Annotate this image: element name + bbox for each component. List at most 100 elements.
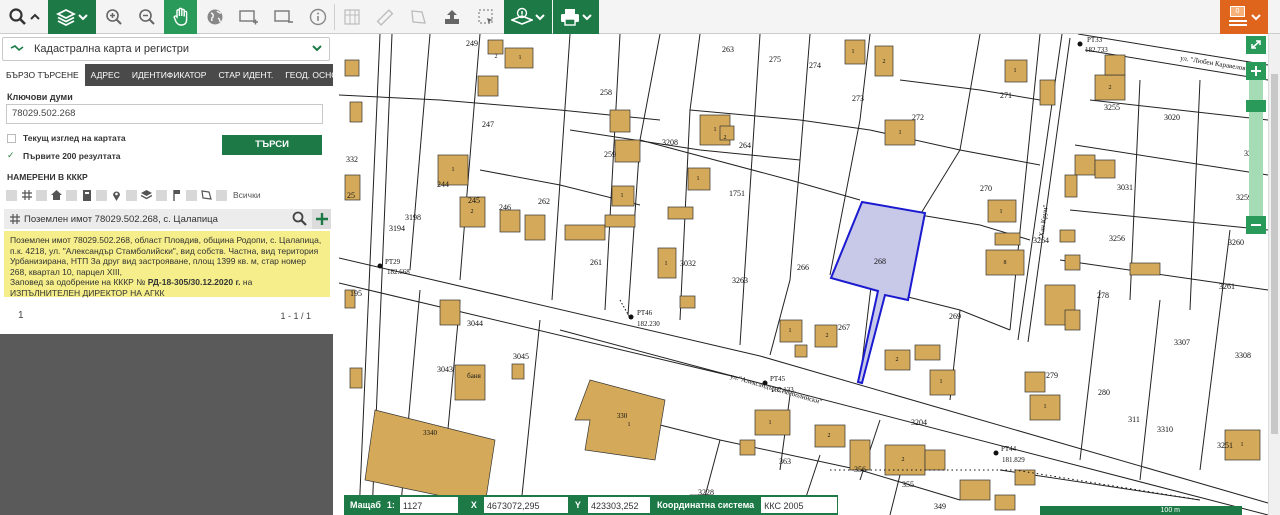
filter-checkbox[interactable] [96,189,107,201]
zoom-plus-button[interactable] [1246,62,1266,80]
layers-filter-icon[interactable] [141,190,152,201]
svg-text:244: 244 [437,180,449,189]
filter-checkbox[interactable] [156,189,167,201]
zoom-to-icon[interactable] [292,211,307,226]
map-label: 249 [466,39,478,48]
first200-label: Първите 200 резултата [23,151,121,161]
polygon-filter-icon[interactable] [201,190,212,201]
tab-address[interactable]: АДРЕС [85,64,126,86]
page-number[interactable]: 1 [18,310,24,321]
scale-prefix: 1: [386,500,395,510]
scale-input[interactable]: 1127 [398,496,459,514]
svg-text:PT45: PT45 [770,375,786,383]
polygon-button[interactable] [402,0,434,34]
filter-checkbox[interactable] [36,189,47,201]
svg-text:195: 195 [350,289,362,298]
filter-checkbox[interactable] [216,189,227,201]
svg-text:ул. "Любен Каравелов": ул. "Любен Каравелов" [1180,54,1249,73]
result-header[interactable]: Поземлен имот 78029.502.268, с. Цалапица [4,209,331,229]
notifications-button[interactable]: 0 [1220,0,1268,34]
house-filter-icon[interactable] [51,190,62,201]
y-coordinate: 423303,252 [586,496,651,514]
chevron-down-icon [582,14,592,21]
search-panel: Кадастрална карта и регистри БЪРЗО ТЪРСЕ… [0,34,349,515]
identify-button[interactable] [504,0,552,34]
upload-icon [444,10,459,24]
hand-icon [173,7,187,26]
fullscreen-button[interactable] [1246,36,1266,54]
search-button[interactable]: ТЪРСИ [222,135,322,155]
tab-identifier[interactable]: ИДЕНТИФИКАТОР [126,64,213,86]
svg-text:330: 330 [617,412,628,420]
search-tool-button[interactable] [0,0,48,34]
svg-text:3194: 3194 [389,224,405,233]
measure-grid-icon [344,9,360,25]
zoom-slider[interactable] [1246,80,1266,216]
identify-icon [511,7,533,25]
svg-text:3307: 3307 [1174,338,1190,347]
upload-button[interactable] [435,0,468,34]
keywords-label: Ключови думи [7,92,73,102]
svg-text:1: 1 [697,176,700,182]
chevron-down-icon [78,14,88,21]
svg-text:1: 1 [769,420,772,426]
keywords-input[interactable]: 78029.502.268 [6,104,323,124]
svg-text:182.668: 182.668 [387,268,410,276]
flag-filter-icon[interactable] [171,189,182,201]
result-details: Поземлен имот 78029.502.268, област Плов… [4,231,330,298]
svg-text:2: 2 [471,209,474,215]
select-area-icon [477,9,493,24]
building-filter-icon[interactable] [81,189,92,201]
first200-checkbox[interactable]: ✓ [7,151,16,160]
zoom-control [1246,36,1268,236]
layer-select[interactable]: Кадастрална карта и регистри [2,37,330,61]
svg-text:246: 246 [499,203,511,212]
filter-all-label: Всички [233,190,261,200]
ruler-button[interactable] [369,0,401,34]
svg-text:PT44: PT44 [1001,445,1017,453]
svg-text:2: 2 [724,135,727,141]
tab-quick-search[interactable]: БЪРЗО ТЪРСЕНЕ [0,64,85,86]
tab-old-identifier[interactable]: СТАР ИДЕНТ. [212,64,279,86]
add-result-button[interactable] [312,209,331,229]
current-view-checkbox[interactable] [7,134,16,143]
svg-text:3204: 3204 [911,418,927,427]
zoom-minus-button[interactable] [1246,216,1266,234]
add-layer-button[interactable] [232,0,266,34]
svg-text:1: 1 [519,55,522,61]
crs-select[interactable]: ККС 2005 [760,496,839,514]
zoom-in-button[interactable] [98,0,130,34]
pan-button[interactable] [164,0,197,34]
add-layer-icon [239,10,258,25]
svg-text:3043: 3043 [437,365,453,374]
layers-button[interactable] [48,0,96,34]
print-button[interactable] [553,0,599,34]
svg-text:1: 1 [852,49,855,55]
select-area-button[interactable] [469,0,502,34]
svg-text:3032: 3032 [680,259,696,268]
filter-checkbox[interactable] [186,189,197,201]
globe-button[interactable] [198,0,231,34]
cadastral-map[interactable]: 249 263 275 274 273 272 271 3255 3020 25… [339,34,1280,515]
filter-checkbox[interactable] [66,189,77,201]
svg-text:3208: 3208 [662,138,678,147]
zoom-out-button[interactable] [131,0,163,34]
svg-text:3263: 3263 [732,276,748,285]
scrollbar-thumb[interactable] [1271,74,1278,434]
svg-text:1: 1 [452,167,455,173]
filter-checkbox[interactable] [6,189,17,201]
vertical-scrollbar[interactable] [1268,34,1280,515]
pin-filter-icon[interactable] [111,190,122,201]
svg-text:3260: 3260 [1228,238,1244,247]
filter-checkbox[interactable] [126,189,137,201]
measure-grid-button[interactable] [336,0,368,34]
svg-text:268: 268 [874,257,886,266]
minus-icon [1251,224,1261,226]
status-bar: Мащаб 1: 1127 X 4673072,295 Y 423303,252… [344,495,839,515]
svg-text:263: 263 [722,45,734,54]
grid-filter-icon[interactable] [21,190,32,201]
zoom-slider-handle[interactable] [1246,100,1266,112]
info-button[interactable] [302,0,334,34]
remove-layer-button[interactable] [267,0,301,34]
svg-text:3031: 3031 [1117,183,1133,192]
